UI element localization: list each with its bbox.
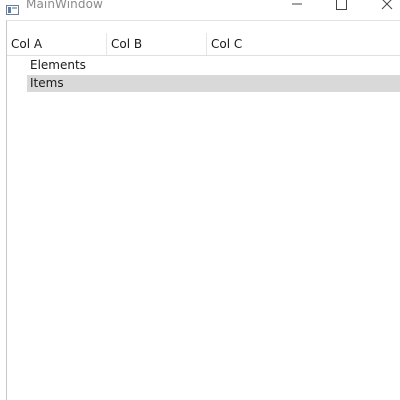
main-window: MainWindow Col A Col B Col C Elements It… [0,0,400,400]
minimize-button[interactable] [274,0,320,14]
column-header-a[interactable]: Col A [7,33,107,55]
column-header-c[interactable]: Col C [207,33,400,55]
maximize-button[interactable] [318,0,364,14]
tree-item-elements[interactable]: Elements [27,57,400,74]
close-button[interactable] [364,0,400,14]
tree-list-view[interactable]: Col A Col B Col C Elements Items [7,33,400,400]
column-header-b[interactable]: Col B [107,33,207,55]
close-icon [381,0,393,10]
client-area: Col A Col B Col C Elements Items [6,20,400,400]
column-header-row: Col A Col B Col C [7,33,400,56]
title-bar[interactable]: MainWindow [0,0,400,20]
tree-item-items[interactable]: Items [27,75,400,92]
window-title: MainWindow [26,0,103,11]
minimize-icon [292,3,302,5]
app-icon [6,0,20,15]
maximize-icon [336,0,347,10]
